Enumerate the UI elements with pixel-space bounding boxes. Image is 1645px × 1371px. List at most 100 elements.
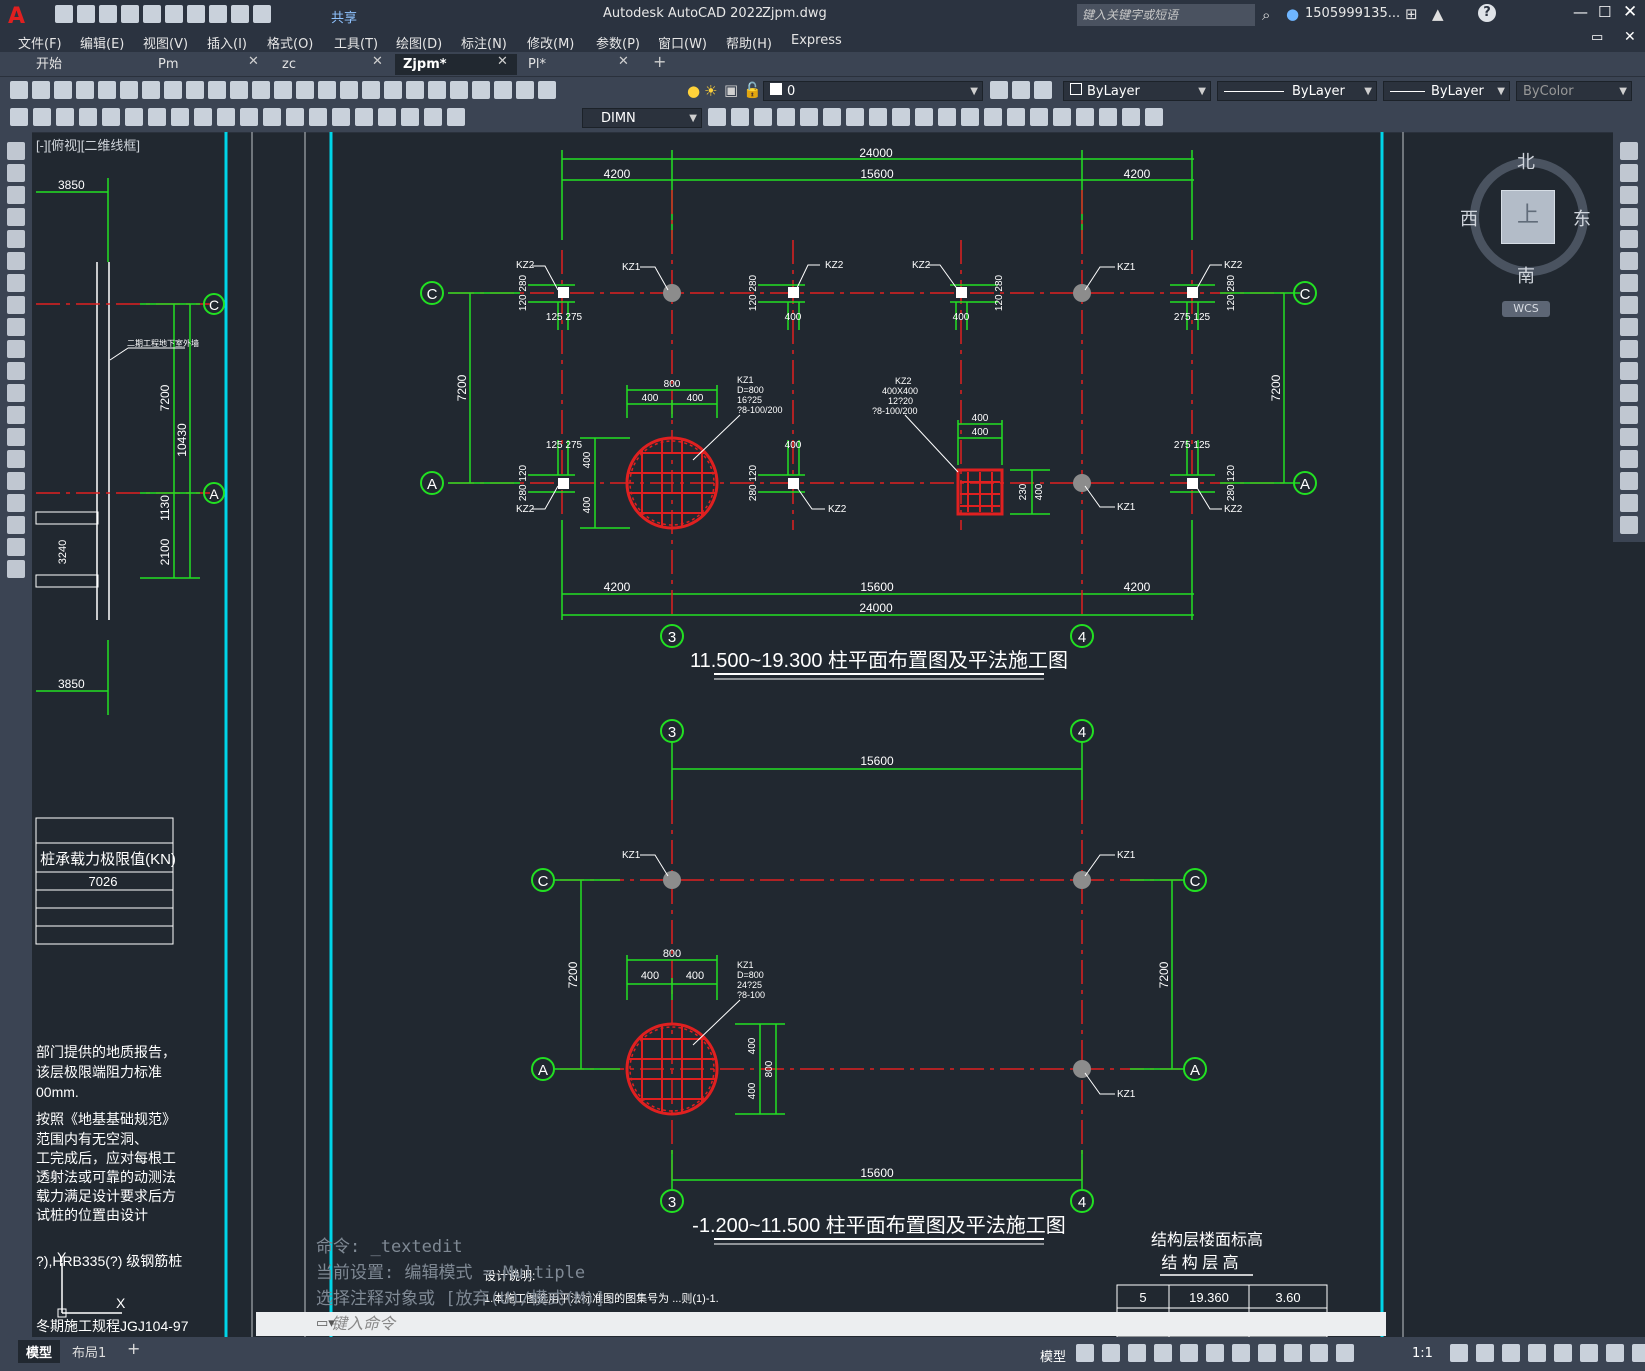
union-icon[interactable] (984, 108, 1002, 126)
make-current-icon[interactable] (990, 81, 1008, 99)
table-icon[interactable] (7, 516, 25, 534)
new-icon[interactable] (55, 5, 73, 23)
spline-icon[interactable] (7, 318, 25, 336)
3d-rotate-icon[interactable] (1122, 108, 1140, 126)
tab-start[interactable]: 开始 (28, 54, 70, 75)
lineweight-icon[interactable] (1258, 1344, 1276, 1362)
column-kz2[interactable] (558, 478, 569, 489)
preview-icon[interactable] (98, 81, 116, 99)
copy-icon[interactable] (186, 81, 204, 99)
column-kz1[interactable] (1073, 474, 1091, 492)
quick-dim-icon[interactable] (194, 108, 212, 126)
blend-curves-icon[interactable] (1620, 494, 1638, 512)
revision-cloud-icon[interactable] (7, 296, 25, 314)
freeze-viewport-icon[interactable]: ▣ (724, 81, 738, 99)
dim-continue-icon[interactable] (240, 108, 258, 126)
column-kz2[interactable] (558, 287, 569, 298)
inspection-icon[interactable] (355, 108, 373, 126)
dimstyle-dropdown[interactable]: DIMN ▼ (582, 108, 702, 128)
close-icon[interactable]: ✕ (1623, 2, 1637, 22)
menu-insert[interactable]: 插入(I) (207, 33, 247, 52)
calculator-icon[interactable] (494, 81, 512, 99)
3d-cylinder-icon[interactable] (823, 108, 841, 126)
break-icon[interactable] (1620, 406, 1638, 424)
cut-icon[interactable] (164, 81, 182, 99)
add-selected-icon[interactable] (7, 560, 25, 578)
pan-icon[interactable] (296, 81, 314, 99)
plot-icon[interactable] (209, 5, 227, 23)
column-kz1[interactable] (663, 871, 681, 889)
customization-icon[interactable] (1632, 1344, 1645, 1362)
tab-close-icon[interactable]: ✕ (372, 54, 383, 69)
section-icon[interactable] (1076, 108, 1094, 126)
trim-icon[interactable] (1620, 340, 1638, 358)
chamfer-icon[interactable] (1620, 450, 1638, 468)
3d-cone-icon[interactable] (777, 108, 795, 126)
fillet-icon[interactable] (1620, 472, 1638, 490)
layer-previous-icon[interactable] (1012, 81, 1030, 99)
subtract-icon[interactable] (1007, 108, 1025, 126)
menu-tools[interactable]: 工具(T) (334, 33, 378, 52)
menu-file[interactable]: 文件(F) (18, 33, 62, 52)
menu-view[interactable]: 视图(V) (143, 33, 188, 52)
dim-angular-icon[interactable] (171, 108, 189, 126)
tab-close-icon[interactable]: ✕ (248, 54, 259, 69)
snap-icon[interactable] (1102, 1344, 1120, 1362)
publish-icon[interactable] (165, 5, 183, 23)
menu-draw[interactable]: 绘图(D) (396, 33, 442, 52)
erase-icon[interactable] (1620, 142, 1638, 160)
3d-pyramid-icon[interactable] (869, 108, 887, 126)
maximize-icon[interactable]: ☐ (1598, 3, 1611, 21)
column-kz1[interactable] (1073, 871, 1091, 889)
markup-icon[interactable] (472, 81, 490, 99)
hardware-accel-icon[interactable] (1580, 1344, 1598, 1362)
saveas-icon[interactable] (121, 5, 139, 23)
viewport-label[interactable]: [-][俯视][二维线框] (36, 138, 140, 153)
autodesk-account-icon[interactable]: ▲ (1432, 5, 1444, 23)
ellipse-arc-icon[interactable] (7, 362, 25, 380)
drawing-canvas[interactable]: [-][俯视][二维线框] 24000 4200 15600 4200 4200… (32, 132, 1613, 1337)
color-dropdown[interactable]: ByLayer ▼ (1063, 81, 1211, 101)
tolerance-icon[interactable] (309, 108, 327, 126)
design-center-icon[interactable] (406, 81, 424, 99)
search-input[interactable]: 键入关键字或短语 (1077, 4, 1255, 26)
layer-states-icon[interactable] (1034, 81, 1052, 99)
lineweight-dropdown[interactable]: ByLayer ▼ (1383, 81, 1510, 101)
command-input[interactable]: 键入命令 (256, 1312, 1386, 1336)
autocad-logo[interactable]: A (8, 4, 25, 29)
scale-icon[interactable] (1620, 296, 1638, 314)
tab-zc[interactable]: zc (274, 54, 304, 75)
open-icon[interactable] (77, 5, 95, 23)
array-icon[interactable] (1620, 230, 1638, 248)
quick-properties-icon[interactable] (1528, 1344, 1546, 1362)
auto-scale-icon[interactable] (1336, 1344, 1354, 1362)
cart-icon[interactable]: ⊞ (1405, 5, 1418, 23)
move-icon[interactable] (1620, 252, 1638, 270)
sheet-set-icon[interactable] (450, 81, 468, 99)
polar-icon[interactable] (1154, 1344, 1172, 1362)
layout-tab-model[interactable]: 模型 (18, 1340, 61, 1363)
dim-update-icon[interactable] (447, 108, 465, 126)
zoom-window-icon[interactable] (340, 81, 358, 99)
make-block-icon[interactable] (7, 406, 25, 424)
stretch-icon[interactable] (1620, 318, 1638, 336)
compass-west[interactable]: 西 (1460, 205, 1478, 231)
ortho-icon[interactable] (1128, 1344, 1146, 1362)
compass-south[interactable]: 南 (1517, 262, 1535, 288)
multiline-text-icon[interactable] (7, 538, 25, 556)
menu-format[interactable]: 格式(O) (267, 33, 313, 52)
wcs-menu[interactable]: WCS (1502, 301, 1550, 317)
linetype-dropdown[interactable]: ByLayer ▼ (1217, 81, 1377, 101)
dim-baseline-icon[interactable] (217, 108, 235, 126)
publish-icon[interactable] (142, 81, 160, 99)
redo-icon[interactable] (253, 5, 271, 23)
dim-arc-icon[interactable] (56, 108, 74, 126)
mirror-icon[interactable] (1620, 186, 1638, 204)
center-mark-icon[interactable] (332, 108, 350, 126)
minimize-icon[interactable]: — (1573, 3, 1588, 21)
menu-parametric[interactable]: 参数(P) (596, 33, 640, 52)
zoom-previous-icon[interactable] (362, 81, 380, 99)
dim-edit-icon[interactable] (401, 108, 419, 126)
new-tab-icon[interactable]: + (653, 52, 666, 71)
arc-icon[interactable] (7, 252, 25, 270)
